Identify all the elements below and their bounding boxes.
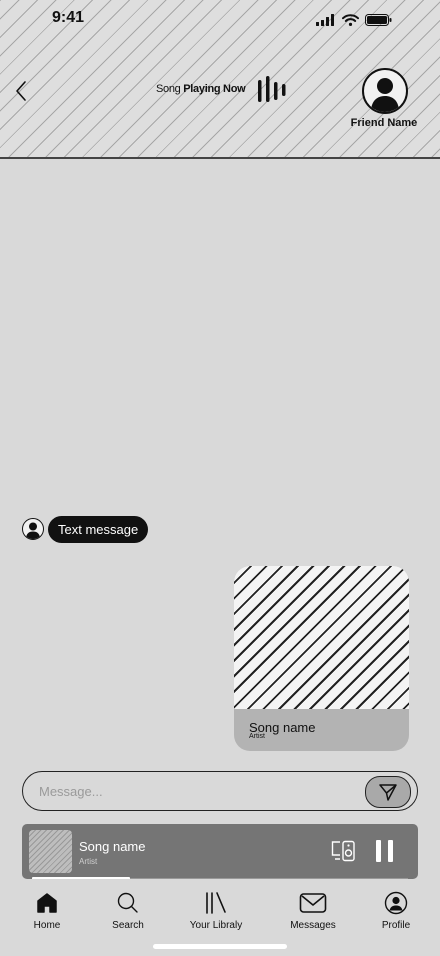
shared-song-card[interactable]: Song name Artist (234, 566, 409, 751)
battery-icon (365, 14, 392, 26)
shared-song-artist: Artist (249, 733, 265, 740)
message-composer (22, 771, 418, 811)
signal-icon (316, 14, 334, 26)
now-playing-indicator[interactable]: Song Playing Now (156, 74, 291, 104)
tab-home[interactable]: Home (7, 888, 87, 938)
sound-wave-icon (258, 76, 286, 102)
tab-profile[interactable]: Profile (356, 888, 436, 938)
send-button[interactable] (365, 776, 411, 808)
profile-icon (384, 891, 408, 915)
messages-icon (299, 893, 327, 913)
tab-label: Your Libraly (189, 920, 243, 931)
mini-player-title: Song name (79, 839, 146, 854)
back-chevron-icon (16, 81, 26, 101)
tab-label: Home (33, 920, 61, 931)
now-playing-bold: Playing Now (183, 83, 246, 95)
friend-name[interactable]: Friend Name (340, 117, 428, 129)
search-icon (117, 892, 138, 913)
playback-progress-fill (32, 877, 130, 879)
mini-player-artist: Artist (79, 857, 98, 866)
tab-messages[interactable]: Messages (273, 888, 353, 938)
now-playing-prefix: Song (156, 83, 181, 95)
sender-avatar-icon (26, 522, 40, 539)
pause-icon (376, 840, 393, 862)
received-message-bubble: Text message (48, 516, 149, 543)
status-icons (316, 14, 392, 26)
back-button[interactable] (12, 78, 34, 104)
tab-search[interactable]: Search (88, 888, 168, 938)
tab-label: Search (112, 920, 144, 931)
wifi-icon (342, 14, 359, 26)
mini-player-artwork (29, 830, 72, 873)
friend-avatar[interactable] (362, 68, 408, 114)
pause-button[interactable] (374, 840, 396, 862)
tab-label: Messages (290, 920, 336, 931)
tab-library[interactable]: Your Libraly (176, 888, 256, 938)
send-icon (379, 784, 397, 801)
status-time: 9:41 (52, 9, 85, 26)
now-playing-label: Song Playing Now (156, 83, 246, 95)
sender-avatar (22, 518, 44, 540)
shared-song-artwork (234, 566, 409, 709)
connect-device-icon (331, 840, 355, 862)
home-indicator[interactable] (153, 944, 287, 949)
mini-player[interactable]: Song name Artist (22, 824, 418, 879)
friend-avatar-icon (371, 78, 399, 112)
library-icon (206, 892, 226, 914)
home-icon (37, 893, 57, 913)
message-input[interactable] (39, 772, 339, 810)
tab-label: Profile (381, 920, 411, 931)
connect-device-button[interactable] (331, 840, 357, 862)
